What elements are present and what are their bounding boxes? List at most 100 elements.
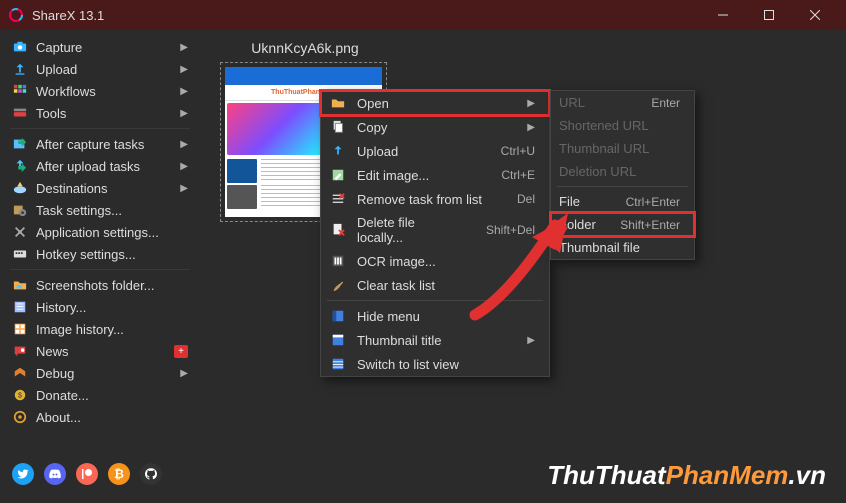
sidebar-item-after-upload-tasks[interactable]: After upload tasks▶ [0,155,200,177]
sidebar-item-donate[interactable]: $ Donate... [0,384,200,406]
menu-item-open[interactable]: Open ▶ [321,91,549,115]
menu-item-deletion-url: Deletion URL [551,160,694,183]
donate-icon: $ [12,387,28,403]
sidebar-item-tools[interactable]: Tools▶ [0,102,200,124]
ocr-image-icon [329,253,347,269]
menu-item-thumbnail-file[interactable]: Thumbnail file [551,236,694,259]
menu-shortcut: Shift+Enter [620,218,680,232]
sidebar-item-workflows[interactable]: Workflows▶ [0,80,200,102]
task-settings-icon [12,202,28,218]
sidebar-item-destinations[interactable]: Destinations▶ [0,177,200,199]
bitcoin-icon[interactable]: ₿ [108,463,130,485]
copy-icon [329,119,347,135]
menu-item-label: Hide menu [357,309,535,324]
close-button[interactable] [792,0,838,30]
sidebar-item-label: Image history... [36,322,188,337]
menu-item-label: File [559,194,602,209]
sidebar-item-after-capture-tasks[interactable]: After capture tasks▶ [0,133,200,155]
sidebar-item-label: Donate... [36,388,188,403]
watermark: ThuThuatPhanMem.vn [547,460,826,491]
menu-item-label: Deletion URL [559,164,680,179]
sidebar-item-hotkey-settings[interactable]: Hotkey settings... [0,243,200,265]
context-menu[interactable]: Open ▶ Copy▶UploadCtrl+U Edit image... Ctrl+… [320,90,550,377]
upload-icon [329,143,347,159]
menu-shortcut: Ctrl+E [501,168,535,182]
sidebar-item-about[interactable]: About... [0,406,200,428]
image-history-icon [12,321,28,337]
menu-item-label: OCR image... [357,254,535,269]
screenshots-folder-icon [12,277,28,293]
upload-icon [12,61,28,77]
discord-icon[interactable] [44,463,66,485]
sidebar-item-label: Capture [36,40,180,55]
menu-item-label: Switch to list view [357,357,535,372]
submenu-arrow-icon: ▶ [180,86,188,97]
sidebar-item-label: Tools [36,106,180,121]
sidebar-item-label: History... [36,300,188,315]
window-title: ShareX 13.1 [32,8,700,23]
remove-task-from-list-icon [329,191,347,207]
menu-item-thumbnail-title[interactable]: Thumbnail title▶ [321,328,549,352]
menu-item-label: Folder [559,217,596,232]
open-icon [329,95,347,111]
submenu-arrow-icon: ▶ [180,42,188,53]
sidebar-item-history[interactable]: History... [0,296,200,318]
sidebar-item-application-settings[interactable]: Application settings... [0,221,200,243]
switch-to-list-view-icon [329,356,347,372]
menu-item-copy[interactable]: Copy▶ [321,115,549,139]
hotkey-settings-icon [12,246,28,262]
sidebar-item-label: After capture tasks [36,137,180,152]
menu-item-file[interactable]: FileCtrl+Enter [551,190,694,213]
menu-shortcut: Del [517,192,535,206]
submenu-arrow-icon: ▶ [527,98,535,109]
sidebar-item-news[interactable]: News+ [0,340,200,362]
sidebar-item-label: Application settings... [36,225,188,240]
sidebar-item-task-settings[interactable]: Task settings... [0,199,200,221]
sidebar-item-label: Screenshots folder... [36,278,188,293]
menu-item-label: Remove task from list [357,192,493,207]
minimize-button[interactable] [700,0,746,30]
menu-item-label: Open [357,96,503,111]
menu-item-label: Clear task list [357,278,535,293]
menu-item-upload[interactable]: UploadCtrl+U [321,139,549,163]
sidebar-item-screenshots-folder[interactable]: Screenshots folder... [0,274,200,296]
menu-item-delete-file-locally[interactable]: Delete file locally...Shift+Del [321,211,549,249]
sidebar-item-label: Workflows [36,84,180,99]
sidebar-item-label: Hotkey settings... [36,247,188,262]
maximize-button[interactable] [746,0,792,30]
app-logo-icon [8,7,24,23]
twitter-icon[interactable] [12,463,34,485]
menu-item-label: Delete file locally... [357,215,462,245]
sidebar-item-image-history[interactable]: Image history... [0,318,200,340]
social-links: ₿ [0,453,174,495]
clear-task-list-icon [329,277,347,293]
capture-icon [12,39,28,55]
menu-item-ocr-image[interactable]: OCR image... [321,249,549,273]
delete-file-locally-icon [329,222,347,238]
menu-item-label: Thumbnail title [357,333,503,348]
github-icon[interactable] [140,463,162,485]
application-settings-icon [12,224,28,240]
patreon-icon[interactable] [76,463,98,485]
menu-shortcut: Ctrl+U [501,144,535,158]
menu-item-label: Edit image... [357,168,477,183]
menu-item-hide-menu[interactable]: Hide menu [321,304,549,328]
menu-item-remove-task-from-list[interactable]: Remove task from list Del [321,187,549,211]
menu-item-label: Copy [357,120,503,135]
after-capture-tasks-icon [12,136,28,152]
sidebar-item-debug[interactable]: Debug▶ [0,362,200,384]
submenu-arrow-icon: ▶ [180,161,188,172]
menu-shortcut: Enter [651,96,680,110]
open-submenu[interactable]: URLEnterShortened URLThumbnail URLDeleti… [550,90,695,260]
sidebar-item-label: Destinations [36,181,180,196]
menu-item-clear-task-list[interactable]: Clear task list [321,273,549,297]
menu-item-switch-to-list-view[interactable]: Switch to list view [321,352,549,376]
sidebar-item-upload[interactable]: Upload▶ [0,58,200,80]
titlebar: ShareX 13.1 [0,0,846,30]
sidebar-item-capture[interactable]: Capture▶ [0,36,200,58]
sidebar-item-label: News [36,344,168,359]
menu-item-label: Shortened URL [559,118,680,133]
sidebar-item-label: Debug [36,366,180,381]
menu-item-folder[interactable]: Folder Shift+Enter [551,213,694,236]
menu-item-edit-image[interactable]: Edit image... Ctrl+E [321,163,549,187]
